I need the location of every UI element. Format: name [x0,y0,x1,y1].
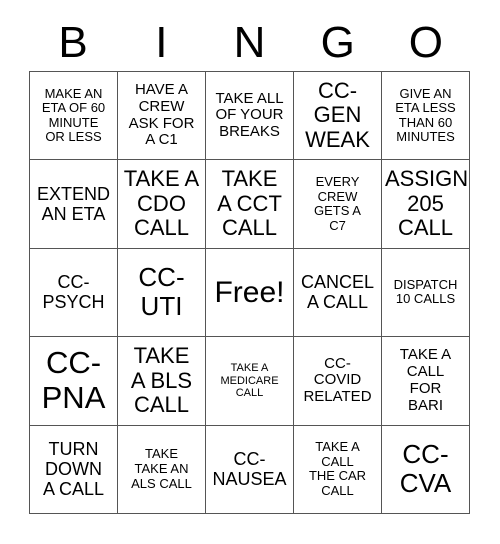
bingo-cell-label: CC- GEN WEAK [305,77,370,152]
bingo-cell-label: GIVE AN ETA LESS THAN 60 MINUTES [395,85,456,145]
bingo-cell-label: TAKE A BLS CALL [130,342,193,418]
bingo-cell-r1c3[interactable]: TAKE ALL OF YOUR BREAKS [206,72,294,161]
bingo-cell-r3c4[interactable]: CANCEL A CALL [294,248,382,338]
bingo-cell-r3c1[interactable]: CC- PSYCH [30,248,118,338]
bingo-cell-label: Free! [214,275,285,309]
bingo-cell-r5c1[interactable]: TURN DOWN A CALL [30,425,118,514]
bingo-cell-r1c2[interactable]: HAVE A CREW ASK FOR A C1 [118,72,206,161]
bingo-cell-label: TAKE A CALL THE CAR CALL [308,439,367,498]
bingo-cell-r1c4[interactable]: CC- GEN WEAK [294,72,382,161]
bingo-cell-r5c4[interactable]: TAKE A CALL THE CAR CALL [294,425,382,514]
bingo-cell-label: CC- PSYCH [42,272,105,313]
bingo-cell-r4c3[interactable]: TAKE A MEDICARE CALL [206,337,294,426]
bingo-cell-label: TAKE A CCT CALL [217,166,282,241]
bingo-cell-label: MAKE AN ETA OF 60 MINUTE OR LESS [41,85,106,145]
bingo-cell-label: ASSIGN 205 CALL [385,166,469,241]
bingo-cell-r1c5[interactable]: GIVE AN ETA LESS THAN 60 MINUTES [382,72,470,161]
header-letter-o: O [408,17,444,67]
bingo-cell-r2c1[interactable]: EXTEND AN ETA [30,160,118,249]
bingo-cell-r5c3[interactable]: CC- NAUSEA [206,425,294,514]
bingo-cell-label: EVERY CREW GETS A C7 [314,174,361,233]
bingo-cell-label: CC- UTI [138,262,185,322]
bingo-cell-r2c5[interactable]: ASSIGN 205 CALL [382,160,470,249]
bingo-cell-label: HAVE A CREW ASK FOR A C1 [128,81,195,149]
header-letter-n: N [233,17,266,67]
bingo-cell-label: CC- PNA [41,345,106,415]
bingo-cell-label: TAKE ALL OF YOUR BREAKS [215,89,284,141]
bingo-cell-r4c4[interactable]: CC- COVID RELATED [294,337,382,426]
bingo-cell-label: CC- CVA [399,439,452,499]
bingo-cell-r4c1[interactable]: CC- PNA [30,337,118,426]
header-letter-b: B [58,17,88,67]
bingo-cell-r5c5[interactable]: CC- CVA [382,425,470,514]
bingo-cell-label: CC- NAUSEA [212,449,287,490]
bingo-cell-label: TURN DOWN A CALL [42,439,105,500]
bingo-cell-r1c1[interactable]: MAKE AN ETA OF 60 MINUTE OR LESS [30,72,118,161]
bingo-header: B I N G O [29,14,470,71]
bingo-cell-r2c4[interactable]: EVERY CREW GETS A C7 [294,160,382,249]
bingo-cell-r3c3[interactable]: Free! [206,248,294,338]
bingo-cell-label: TAKE A CDO CALL [123,166,200,241]
bingo-cell-r2c2[interactable]: TAKE A CDO CALL [118,160,206,249]
bingo-cell-r5c2[interactable]: TAKE TAKE AN ALS CALL [118,425,206,514]
bingo-cell-r4c2[interactable]: TAKE A BLS CALL [118,337,206,426]
bingo-cell-label: TAKE A CALL FOR BARI [399,346,452,414]
bingo-cell-label: TAKE TAKE AN ALS CALL [131,446,192,491]
bingo-cell-label: CC- COVID RELATED [303,354,372,406]
bingo-cell-r3c5[interactable]: DISPATCH 10 CALLS [382,248,470,338]
bingo-cell-r4c5[interactable]: TAKE A CALL FOR BARI [382,337,470,426]
bingo-cell-r2c3[interactable]: TAKE A CCT CALL [206,160,294,249]
bingo-grid: MAKE AN ETA OF 60 MINUTE OR LESS HAVE A C… [29,71,470,514]
bingo-cell-r3c2[interactable]: CC- UTI [118,248,206,338]
bingo-cell-label: EXTEND AN ETA [36,183,110,225]
header-letter-i: I [155,17,168,67]
bingo-cell-label: DISPATCH 10 CALLS [393,276,458,307]
bingo-cell-label: CANCEL A CALL [300,272,375,313]
bingo-card: B I N G O MAKE AN ETA OF 60 MINUTE OR LE… [0,0,500,544]
header-letter-g: G [320,17,355,67]
bingo-cell-label: TAKE A MEDICARE CALL [220,362,279,400]
